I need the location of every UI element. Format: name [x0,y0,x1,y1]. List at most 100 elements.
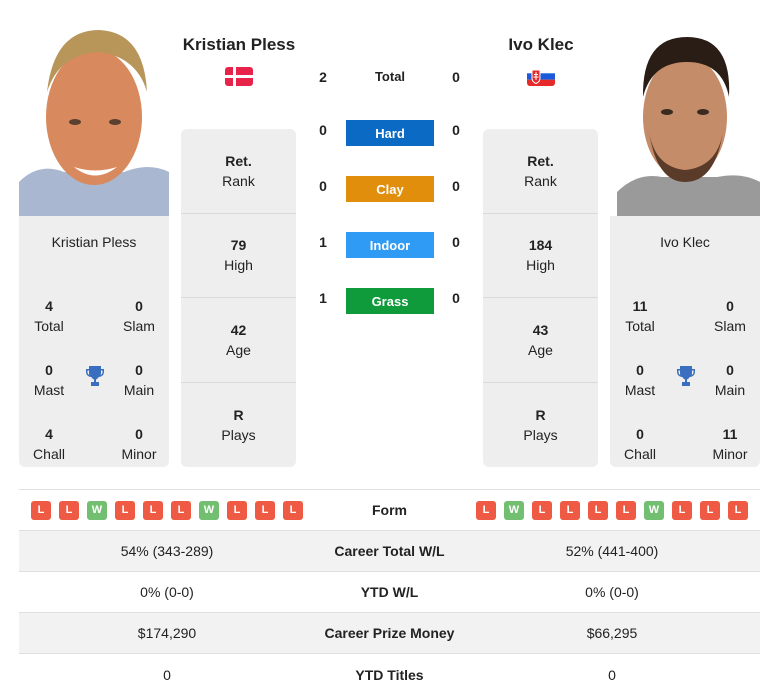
titles-total: 11 Total [610,296,670,336]
titles-main: 0 Main [700,360,760,400]
form-badge-win[interactable]: W [87,500,107,520]
form-label: Form [372,502,407,518]
titles-mast-value: 0 [45,362,53,378]
high-cell: 184 High [483,214,598,298]
titles-mast: 0 Mast [610,360,670,400]
age-label: Age [226,341,251,358]
plays-label: Plays [221,426,256,443]
stat-left-value: $174,290 [137,625,197,641]
rank-value: Ret. [225,152,252,169]
rank-cell: Ret. Rank [181,129,296,214]
titles-chall-value: 0 [636,426,644,442]
h2h-hard-row: 0 Hard 0 [300,120,480,146]
form-badge-loss[interactable]: L [588,500,608,520]
surface-hard-button[interactable]: Hard [346,120,434,146]
stat-left-value: 0% (0-0) [140,584,194,600]
titles-main-label: Main [123,382,155,398]
form-badge-loss[interactable]: L [532,500,552,520]
table-row: $174,290 Career Prize Money $66,295 [19,613,760,654]
player-left-titles-card: Kristian Pless 4 Total 0 Slam 0 Mast 0 M… [19,216,169,467]
h2h-grass-right: 0 [452,290,460,306]
high-cell: 79 High [181,214,296,298]
form-badge-win[interactable]: W [644,500,664,520]
titles-main: 0 Main [109,360,169,400]
form-badge-loss[interactable]: L [616,500,636,520]
player-right-photo [617,22,760,216]
age-cell: 42 Age [181,298,296,383]
form-badge-loss[interactable]: L [143,500,163,520]
titles-minor: 0 Minor [109,424,169,464]
titles-chall-value: 4 [45,426,53,442]
titles-minor-value: 0 [135,426,143,442]
table-row: 0 YTD Titles 0 [19,654,760,695]
age-value: 43 [532,321,549,338]
table-row: 0% (0-0) YTD W/L 0% (0-0) [19,572,760,613]
h2h-total-row: 2 Total 0 [300,67,480,93]
player-right-titles-card: Ivo Klec 11 Total 0 Slam 0 Mast 0 Main 0… [610,216,760,467]
denmark-flag-icon [225,67,253,86]
form-badge-loss[interactable]: L [31,500,51,520]
form-badge-loss[interactable]: L [59,500,79,520]
titles-total-label: Total [34,318,64,334]
player-left-form: LLWLLLWLLL [19,500,315,520]
form-badge-loss[interactable]: L [476,500,496,520]
h2h-hard-left: 0 [319,122,327,138]
form-badge-win[interactable]: W [504,500,524,520]
player-right-name[interactable]: Ivo Klec [466,35,616,55]
titles-mast: 0 Mast [19,360,79,400]
titles-main-label: Main [714,382,746,398]
stat-label: Career Total W/L [334,543,445,559]
h2h-clay-right: 0 [452,178,460,194]
form-badge-loss[interactable]: L [115,500,135,520]
stat-right-value: 0 [608,666,616,683]
stat-label: YTD Titles [355,666,424,683]
stat-left-value: 0 [163,666,171,683]
rank-label: Rank [222,172,255,189]
player-left-card-name: Kristian Pless [51,234,137,250]
player-right-form: LWLLLLWLLL [464,500,760,520]
form-badge-loss[interactable]: L [255,500,275,520]
plays-cell: R Plays [483,383,598,468]
h2h-clay-left: 0 [319,178,327,194]
high-label: High [526,257,555,274]
titles-total-label: Total [625,318,655,334]
titles-slam-value: 0 [135,298,143,314]
surface-clay-button[interactable]: Clay [346,176,434,202]
h2h-grass-row: 1 Grass 0 [300,288,480,314]
form-badge-loss[interactable]: L [227,500,247,520]
high-label: High [224,257,253,274]
h2h-clay-row: 0 Clay 0 [300,176,480,202]
titles-mast-label: Mast [33,382,65,398]
surface-grass-button[interactable]: Grass [346,288,434,314]
titles-total-value: 4 [45,298,53,314]
rank-value: Ret. [527,152,554,169]
stat-right-value: 52% (441-400) [565,543,659,559]
surface-indoor-button[interactable]: Indoor [346,232,434,258]
form-badge-loss[interactable]: L [700,500,720,520]
h2h-hard-right: 0 [452,122,460,138]
form-badge-loss[interactable]: L [672,500,692,520]
titles-chall-label: Chall [33,446,65,462]
rank-label: Rank [524,172,557,189]
h2h-total-left: 2 [319,69,327,85]
plays-value: R [535,406,546,423]
h2h-indoor-row: 1 Indoor 0 [300,232,480,258]
titles-slam-label: Slam [123,318,155,334]
stat-label: YTD W/L [360,584,419,600]
player-left-name[interactable]: Kristian Pless [164,35,314,55]
form-badge-loss[interactable]: L [171,500,191,520]
titles-slam: 0 Slam [109,296,169,336]
form-badge-win[interactable]: W [199,500,219,520]
form-row: LLWLLLWLLL Form LWLLLLWLLL [19,490,760,531]
age-label: Age [528,341,553,358]
form-badge-loss[interactable]: L [283,500,303,520]
plays-value: R [233,406,244,423]
h2h-indoor-left: 1 [319,234,327,250]
stat-right-value: 0% (0-0) [585,584,639,600]
plays-cell: R Plays [181,383,296,468]
player-right-info-card: Ret. Rank 184 High 43 Age R Plays [483,129,598,467]
trophy-icon [83,364,107,388]
form-badge-loss[interactable]: L [560,500,580,520]
form-badge-loss[interactable]: L [728,500,748,520]
rank-cell: Ret. Rank [483,129,598,214]
